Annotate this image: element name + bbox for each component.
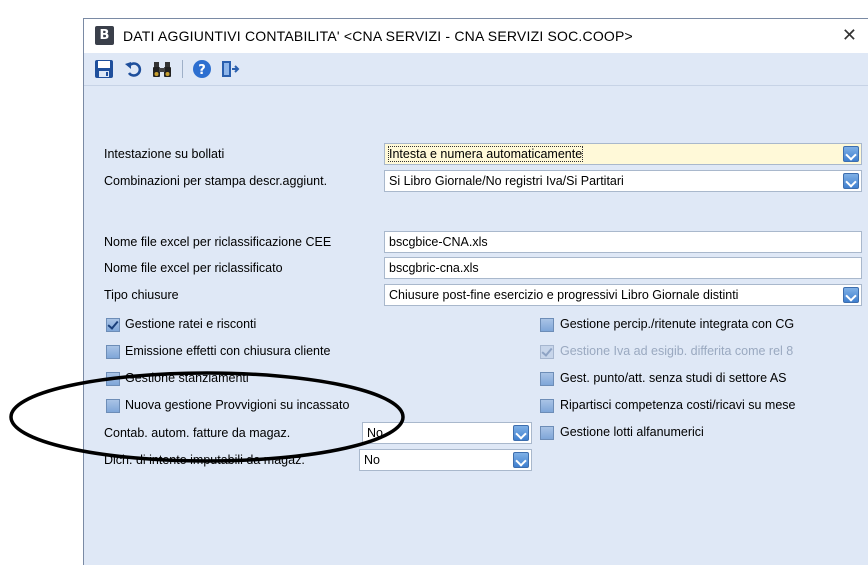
excel-ricl-label: Nome file excel per riclassificato — [104, 261, 283, 275]
iva-differita-label: Gestione Iva ad esigib. differita come r… — [560, 344, 794, 358]
punto-attivita-label: Gest. punto/att. senza studi di settore … — [560, 371, 787, 385]
tipo-chiusure-value: Chiusure post-fine esercizio e progressi… — [389, 288, 739, 302]
form-panel: Intestazione su bollati Intesta e numera… — [84, 86, 868, 565]
help-icon[interactable]: ? — [192, 59, 212, 79]
provvigioni-checkbox[interactable] — [106, 399, 120, 413]
percip-ritenute-label: Gestione percip./ritenute integrata con … — [560, 317, 795, 331]
svg-text:?: ? — [198, 63, 206, 78]
intestazione-label: Intestazione su bollati — [104, 147, 225, 161]
ripartisci-competenza-label: Ripartisci competenza costi/ricavi su me… — [560, 398, 796, 412]
emissione-effetti-label: Emissione effetti con chiusura cliente — [125, 344, 331, 358]
chevron-down-icon[interactable] — [513, 425, 529, 441]
title-bar: B DATI AGGIUNTIVI CONTABILITA' <CNA SERV… — [84, 18, 868, 53]
provvigioni-label: Nuova gestione Provvigioni su incassato — [125, 398, 350, 412]
chevron-down-icon[interactable] — [843, 173, 859, 189]
save-icon[interactable] — [94, 59, 114, 79]
exit-icon[interactable] — [220, 59, 240, 79]
window-title: DATI AGGIUNTIVI CONTABILITA' <CNA SERVIZ… — [123, 28, 633, 44]
dialog-window: B DATI AGGIUNTIVI CONTABILITA' <CNA SERV… — [83, 18, 868, 565]
toolbar-separator — [182, 60, 183, 78]
lotti-alfanumerici-checkbox[interactable] — [540, 426, 554, 440]
gestione-stanziamenti-label: Gestione stanziamenti — [125, 371, 249, 385]
intestazione-select[interactable]: Intesta e numera automaticamente — [384, 143, 862, 165]
tipo-chiusure-label: Tipo chiusure — [104, 288, 179, 302]
binoculars-icon[interactable] — [152, 59, 172, 79]
lotti-alfanumerici-label: Gestione lotti alfanumerici — [560, 425, 704, 439]
contab-autom-select[interactable]: No — [362, 422, 532, 444]
chevron-down-icon[interactable] — [513, 452, 529, 468]
close-icon[interactable]: ✕ — [842, 19, 857, 53]
emissione-effetti-checkbox[interactable] — [106, 345, 120, 359]
dich-intento-select[interactable]: No — [359, 449, 532, 471]
app-logo-icon: B — [95, 26, 114, 45]
combinazioni-value: Si Libro Giornale/No registri Iva/Si Par… — [389, 174, 624, 188]
combinazioni-label: Combinazioni per stampa descr.aggiunt. — [104, 174, 328, 188]
punto-attivita-checkbox[interactable] — [540, 372, 554, 386]
chevron-down-icon[interactable] — [843, 287, 859, 303]
excel-cee-label: Nome file excel per riclassificazione CE… — [104, 235, 332, 249]
gestione-ratei-checkbox[interactable] — [106, 318, 120, 332]
contab-autom-label: Contab. autom. fatture da magaz. — [104, 426, 291, 440]
tipo-chiusure-select[interactable]: Chiusure post-fine esercizio e progressi… — [384, 284, 862, 306]
iva-differita-checkbox — [540, 345, 554, 359]
toolbar: ? — [84, 53, 868, 86]
gestione-ratei-label: Gestione ratei e risconti — [125, 317, 257, 331]
percip-ritenute-checkbox[interactable] — [540, 318, 554, 332]
dich-intento-value: No — [364, 453, 380, 467]
chevron-down-icon[interactable] — [843, 146, 859, 162]
contab-autom-value: No — [367, 426, 383, 440]
dich-intento-label: Dich. di intento imputabili da magaz. — [104, 453, 305, 467]
intestazione-value: Intesta e numera automaticamente — [387, 146, 584, 162]
excel-ricl-input[interactable]: bscgbric-cna.xls — [384, 257, 862, 279]
ripartisci-competenza-checkbox[interactable] — [540, 399, 554, 413]
undo-icon[interactable] — [124, 59, 144, 79]
combinazioni-select[interactable]: Si Libro Giornale/No registri Iva/Si Par… — [384, 170, 862, 192]
excel-cee-input[interactable]: bscgbice-CNA.xls — [384, 231, 862, 253]
gestione-stanziamenti-checkbox[interactable] — [106, 372, 120, 386]
